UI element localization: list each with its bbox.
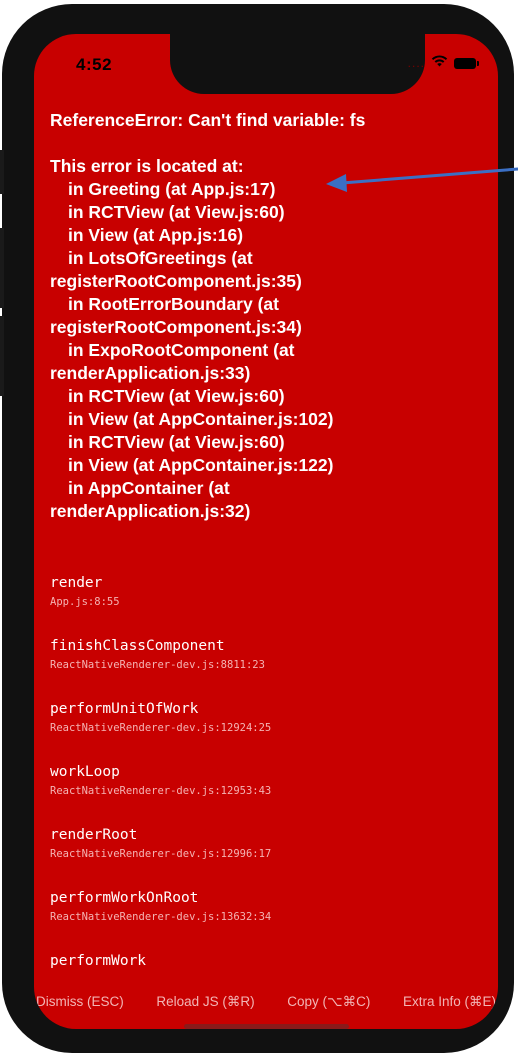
stack-frame[interactable]: performWorkOnRoot ReactNativeRenderer-dev… bbox=[50, 889, 490, 952]
stack-frame[interactable]: finishClassComponent ReactNativeRenderer-… bbox=[50, 637, 490, 700]
stack-frame-function: performWork bbox=[50, 953, 147, 969]
dismiss-button[interactable]: Dismiss (ESC) bbox=[36, 994, 124, 1010]
component-stack-line: in RCTView (at View.js:60) bbox=[68, 202, 285, 222]
stack-frame-function: render bbox=[50, 575, 103, 591]
component-stack-line: in View (at AppContainer.js:102) bbox=[68, 409, 334, 429]
component-stack: in Greeting (at App.js:17) in RCTView (at… bbox=[50, 178, 490, 523]
volume-down-button bbox=[0, 316, 4, 396]
component-stack-line: in LotsOfGreetings (at bbox=[68, 248, 253, 268]
battery-icon bbox=[454, 57, 479, 69]
status-time: 4:52 bbox=[76, 55, 113, 74]
stack-frame-function: finishClassComponent bbox=[50, 638, 225, 654]
stack-frame-function: performWorkOnRoot bbox=[50, 890, 199, 906]
status-indicators: .... bbox=[407, 54, 479, 72]
mute-switch bbox=[0, 150, 4, 194]
notch bbox=[170, 34, 425, 94]
error-title: ReferenceError: Can't find variable: fs bbox=[50, 110, 366, 130]
stack-frame-location: ReactNativeRenderer-dev.js:8811:23 bbox=[50, 659, 265, 671]
stack-frame-function: workLoop bbox=[50, 764, 120, 780]
stack-frame-location: ReactNativeRenderer-dev.js:12996:17 bbox=[50, 848, 272, 860]
wifi-icon bbox=[431, 54, 448, 72]
redbox-bottom-bar: Dismiss (ESC) Reload JS (⌘R) Copy (⌥⌘C) … bbox=[34, 994, 498, 1010]
component-stack-line: in ExpoRootComponent (at bbox=[68, 340, 295, 360]
stack-frame[interactable]: workLoop ReactNativeRenderer-dev.js:12953… bbox=[50, 763, 490, 826]
volume-up-button bbox=[0, 228, 4, 308]
copy-button[interactable]: Copy (⌥⌘C) bbox=[287, 994, 370, 1010]
stack-frame-function: performUnitOfWork bbox=[50, 701, 199, 717]
component-stack-line: renderApplication.js:32) bbox=[50, 501, 251, 521]
component-stack-line: in RCTView (at View.js:60) bbox=[68, 386, 285, 406]
component-stack-line: in View (at AppContainer.js:122) bbox=[68, 455, 334, 475]
stack-frame[interactable]: render App.js:8:55 bbox=[50, 574, 490, 637]
stack-frame[interactable]: performUnitOfWork ReactNativeRenderer-dev… bbox=[50, 700, 490, 763]
call-stack-frames: render App.js:8:55 finishClassComponent Rea… bbox=[50, 574, 490, 1015]
reload-js-button[interactable]: Reload JS (⌘R) bbox=[156, 994, 254, 1010]
component-stack-line: renderApplication.js:33) bbox=[50, 363, 251, 383]
component-stack-line: in View (at App.js:16) bbox=[68, 225, 244, 245]
component-stack-line: registerRootComponent.js:34) bbox=[50, 317, 302, 337]
extra-info-button[interactable]: Extra Info (⌘E) bbox=[403, 994, 496, 1010]
component-stack-line: registerRootComponent.js:35) bbox=[50, 271, 302, 291]
home-indicator[interactable] bbox=[184, 1024, 349, 1029]
stack-frame-location: ReactNativeRenderer-dev.js:12924:25 bbox=[50, 722, 272, 734]
stack-frame[interactable]: renderRoot ReactNativeRenderer-dev.js:129… bbox=[50, 826, 490, 889]
component-stack-line: in RootErrorBoundary (at bbox=[68, 294, 279, 314]
stack-frame-location: ReactNativeRenderer-dev.js:13632:34 bbox=[50, 911, 272, 923]
stack-frame-function: renderRoot bbox=[50, 827, 138, 843]
signal-dots: .... bbox=[407, 56, 425, 70]
stack-frame-location: App.js:8:55 bbox=[50, 596, 120, 608]
component-stack-line: in AppContainer (at bbox=[68, 478, 230, 498]
component-stack-line: in RCTView (at View.js:60) bbox=[68, 432, 285, 452]
annotation-arrow-icon bbox=[326, 167, 518, 192]
stack-frame-location: ReactNativeRenderer-dev.js:12953:43 bbox=[50, 785, 272, 797]
